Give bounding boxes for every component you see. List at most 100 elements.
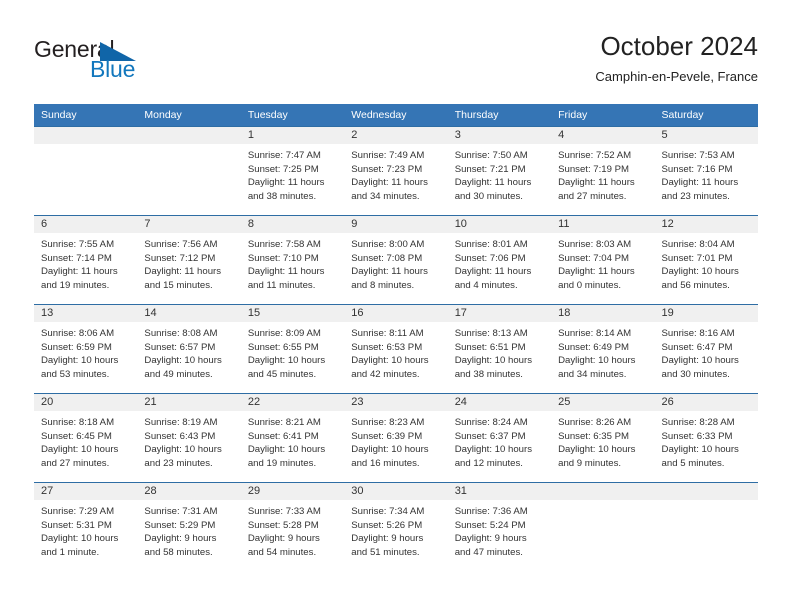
daylight-text-line1: Daylight: 9 hours <box>247 533 320 544</box>
daylight-text-line2: and 56 minutes. <box>661 279 730 291</box>
sunrise-text: Sunrise: 7:56 AM <box>144 239 218 250</box>
sunrise-text: Sunrise: 7:31 AM <box>144 506 218 517</box>
daylight-text-line1: Daylight: 11 hours <box>247 177 325 188</box>
daylight-text-line2: and 34 minutes. <box>558 368 627 380</box>
sunset-text: Sunset: 6:41 PM <box>247 430 319 442</box>
calendar-day-cell-empty <box>137 126 241 216</box>
calendar-day-cell[interactable]: 19 Sunrise: 8:16 AM Sunset: 6:47 PM Dayligh… <box>654 304 758 394</box>
sunset-text: Sunset: 7:08 PM <box>351 252 423 264</box>
sunset-text: Sunset: 6:43 PM <box>144 430 216 442</box>
calendar-day-cell[interactable]: 3 Sunrise: 7:50 AM Sunset: 7:21 PM Daylight… <box>447 126 552 216</box>
daylight-text-line2: and 30 minutes. <box>454 190 523 202</box>
daylight-text-line2: and 0 minutes. <box>558 279 622 291</box>
daylight-text-line1: Daylight: 10 hours <box>41 533 119 544</box>
day-details: Sunrise: 8:28 AM Sunset: 6:33 PM Daylight:… <box>655 411 758 470</box>
calendar-day-cell[interactable]: 1 Sunrise: 7:47 AM Sunset: 7:25 PM Daylight… <box>240 126 345 216</box>
day-details: Sunrise: 8:24 AM Sunset: 6:37 PM Daylight:… <box>448 411 551 470</box>
day-number: 23 <box>344 394 448 411</box>
sunrise-text: Sunrise: 8:16 AM <box>661 328 735 339</box>
daylight-text-line2: and 34 minutes. <box>351 190 420 202</box>
day-number: 12 <box>654 216 758 233</box>
calendar-day-cell[interactable]: 26 Sunrise: 8:28 AM Sunset: 6:33 PM Dayligh… <box>654 393 758 483</box>
day-details: Sunrise: 8:06 AM Sunset: 6:59 PM Daylight:… <box>34 322 137 381</box>
sunrise-text: Sunrise: 7:33 AM <box>247 506 321 517</box>
daylight-text-line1: Daylight: 10 hours <box>661 355 739 366</box>
sunset-text: Sunset: 5:28 PM <box>247 519 319 531</box>
daylight-text-line2: and 11 minutes. <box>247 279 316 291</box>
sunset-text: Sunset: 7:10 PM <box>247 252 319 264</box>
sunset-text: Sunset: 5:29 PM <box>144 519 216 531</box>
day-details: Sunrise: 8:00 AM Sunset: 7:08 PM Daylight:… <box>344 233 447 292</box>
daylight-text-line1: Daylight: 10 hours <box>558 444 636 455</box>
day-number: 29 <box>240 483 345 500</box>
calendar-day-cell[interactable]: 24 Sunrise: 8:24 AM Sunset: 6:37 PM Dayligh… <box>447 393 552 483</box>
daylight-text-line2: and 12 minutes. <box>454 457 523 469</box>
calendar-day-cell[interactable]: 20 Sunrise: 8:18 AM Sunset: 6:45 PM Dayligh… <box>34 393 138 483</box>
daylight-text-line1: Daylight: 11 hours <box>661 177 739 188</box>
day-details: Sunrise: 8:21 AM Sunset: 6:41 PM Daylight:… <box>241 411 344 470</box>
daylight-text-line1: Daylight: 10 hours <box>454 355 533 366</box>
sunset-text: Sunset: 7:25 PM <box>247 163 319 175</box>
calendar-day-cell[interactable]: 13 Sunrise: 8:06 AM Sunset: 6:59 PM Dayligh… <box>34 304 138 394</box>
calendar-day-cell[interactable]: 14 Sunrise: 8:08 AM Sunset: 6:57 PM Dayligh… <box>137 304 241 394</box>
sunrise-text: Sunrise: 7:55 AM <box>41 239 115 250</box>
daylight-text-line2: and 47 minutes. <box>454 546 523 558</box>
calendar-day-cell-empty <box>34 126 138 216</box>
calendar-day-cell[interactable]: 29 Sunrise: 7:33 AM Sunset: 5:28 PM Dayligh… <box>240 482 345 571</box>
daylight-text-line1: Daylight: 9 hours <box>454 533 527 544</box>
sunset-text: Sunset: 6:57 PM <box>144 341 216 353</box>
day-number: 3 <box>447 127 552 144</box>
sunset-text: Sunset: 6:51 PM <box>454 341 526 353</box>
daylight-text-line1: Daylight: 11 hours <box>454 177 532 188</box>
day-number: 18 <box>551 305 655 322</box>
calendar-day-cell[interactable]: 5 Sunrise: 7:53 AM Sunset: 7:16 PM Daylight… <box>654 126 758 216</box>
sunset-text: Sunset: 7:16 PM <box>661 163 733 175</box>
calendar-day-cell[interactable]: 31 Sunrise: 7:36 AM Sunset: 5:24 PM Dayligh… <box>447 482 552 571</box>
sunrise-text: Sunrise: 8:14 AM <box>558 328 632 339</box>
title-block: October 2024 Camphin-en-Pevele, France <box>595 30 758 86</box>
daylight-text-line1: Daylight: 10 hours <box>41 355 119 366</box>
calendar-day-cell[interactable]: 10 Sunrise: 8:01 AM Sunset: 7:06 PM Dayligh… <box>447 215 552 305</box>
day-number: 13 <box>34 305 138 322</box>
daylight-text-line2: and 8 minutes. <box>351 279 415 291</box>
day-number: 31 <box>447 483 552 500</box>
brand-logo[interactable]: General Blue <box>34 36 264 82</box>
weekday-header-friday: Friday <box>551 104 655 127</box>
calendar-day-cell[interactable]: 27 Sunrise: 7:29 AM Sunset: 5:31 PM Dayligh… <box>34 482 138 571</box>
weekday-header-sunday: Sunday <box>34 104 138 127</box>
day-details: Sunrise: 7:53 AM Sunset: 7:16 PM Daylight:… <box>655 144 758 203</box>
calendar-day-cell[interactable]: 25 Sunrise: 8:26 AM Sunset: 6:35 PM Dayligh… <box>551 393 655 483</box>
calendar-day-cell[interactable]: 6 Sunrise: 7:55 AM Sunset: 7:14 PM Daylight… <box>34 215 138 305</box>
daylight-text-line2: and 23 minutes. <box>144 457 213 469</box>
calendar-day-cell[interactable]: 9 Sunrise: 8:00 AM Sunset: 7:08 PM Daylight… <box>344 215 448 305</box>
calendar-day-cell[interactable]: 2 Sunrise: 7:49 AM Sunset: 7:23 PM Daylight… <box>344 126 448 216</box>
calendar-day-cell[interactable]: 11 Sunrise: 8:03 AM Sunset: 7:04 PM Dayligh… <box>551 215 655 305</box>
sunrise-text: Sunrise: 7:58 AM <box>247 239 321 250</box>
sunset-text: Sunset: 7:19 PM <box>558 163 630 175</box>
calendar-body: 1 Sunrise: 7:47 AM Sunset: 7:25 PM Daylight… <box>34 126 758 571</box>
calendar-day-cell[interactable]: 4 Sunrise: 7:52 AM Sunset: 7:19 PM Daylight… <box>551 126 655 216</box>
calendar-day-cell[interactable]: 8 Sunrise: 7:58 AM Sunset: 7:10 PM Daylight… <box>240 215 345 305</box>
calendar-table: Sunday Monday Tuesday Wednesday Thursday… <box>34 104 758 571</box>
day-number: 15 <box>240 305 345 322</box>
sunset-text: Sunset: 5:24 PM <box>454 519 526 531</box>
calendar-day-cell[interactable]: 16 Sunrise: 8:11 AM Sunset: 6:53 PM Dayligh… <box>344 304 448 394</box>
calendar-day-cell[interactable]: 22 Sunrise: 8:21 AM Sunset: 6:41 PM Dayligh… <box>240 393 345 483</box>
calendar-day-cell[interactable]: 18 Sunrise: 8:14 AM Sunset: 6:49 PM Dayligh… <box>551 304 655 394</box>
calendar-day-cell[interactable]: 23 Sunrise: 8:23 AM Sunset: 6:39 PM Dayligh… <box>344 393 448 483</box>
day-number: 7 <box>137 216 241 233</box>
calendar-day-cell[interactable]: 15 Sunrise: 8:09 AM Sunset: 6:55 PM Dayligh… <box>240 304 345 394</box>
sunset-text: Sunset: 7:23 PM <box>351 163 423 175</box>
calendar-day-cell[interactable]: 7 Sunrise: 7:56 AM Sunset: 7:12 PM Daylight… <box>137 215 241 305</box>
calendar-day-cell[interactable]: 30 Sunrise: 7:34 AM Sunset: 5:26 PM Dayligh… <box>344 482 448 571</box>
calendar-header-row: Sunday Monday Tuesday Wednesday Thursday… <box>34 104 758 127</box>
weekday-header-monday: Monday <box>137 104 241 127</box>
calendar-day-cell[interactable]: 21 Sunrise: 8:19 AM Sunset: 6:43 PM Dayligh… <box>137 393 241 483</box>
sunrise-text: Sunrise: 7:50 AM <box>454 150 528 161</box>
calendar-week-row: 1 Sunrise: 7:47 AM Sunset: 7:25 PM Daylight… <box>34 126 758 216</box>
calendar-day-cell[interactable]: 17 Sunrise: 8:13 AM Sunset: 6:51 PM Dayligh… <box>447 304 552 394</box>
calendar-day-cell[interactable]: 28 Sunrise: 7:31 AM Sunset: 5:29 PM Dayligh… <box>137 482 241 571</box>
day-details: Sunrise: 7:47 AM Sunset: 7:25 PM Daylight:… <box>241 144 344 203</box>
weekday-header-thursday: Thursday <box>447 104 552 127</box>
calendar-day-cell[interactable]: 12 Sunrise: 8:04 AM Sunset: 7:01 PM Dayligh… <box>654 215 758 305</box>
